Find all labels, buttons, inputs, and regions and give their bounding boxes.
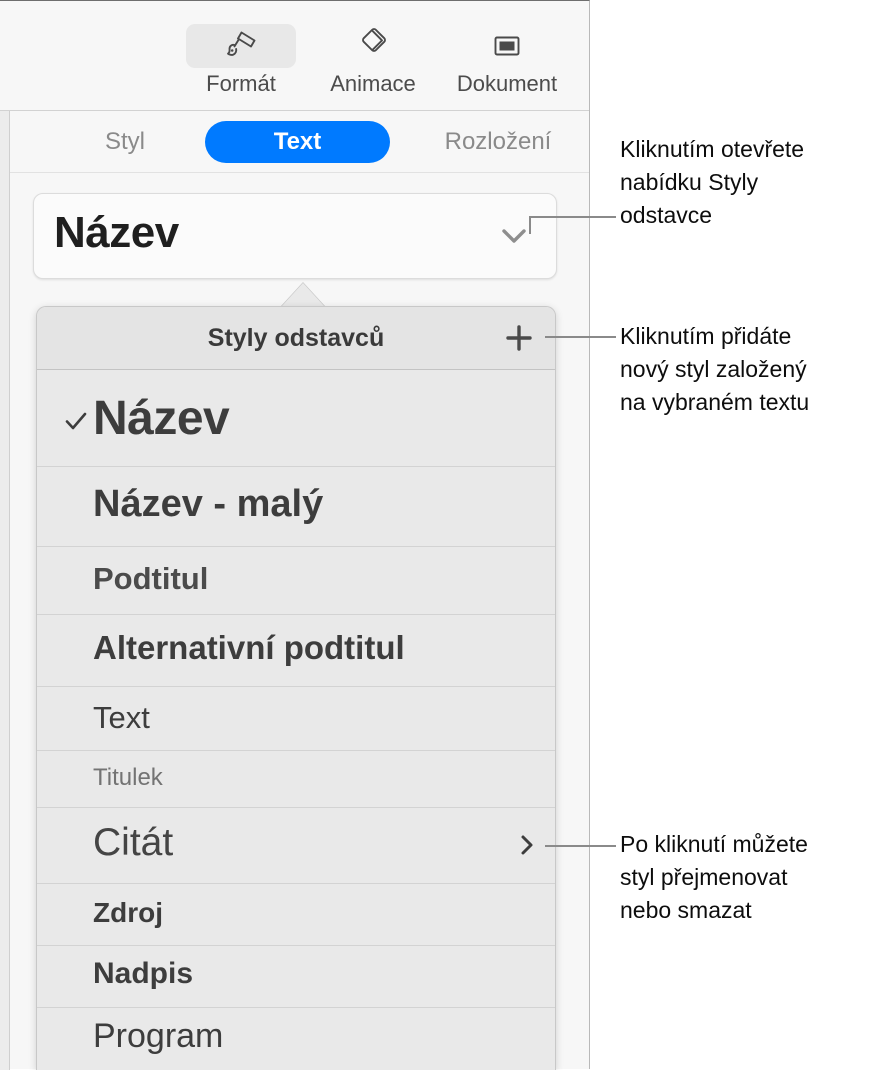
toolbar-item-animate-label: Animace <box>330 71 416 96</box>
callout-text-add-style: Kliknutím přidáte nový styl založený na … <box>620 323 810 415</box>
callout-leader-1-vertical <box>529 216 531 234</box>
paintbrush-icon <box>186 24 296 68</box>
inspector-toolbar: Formát Animace Dokument <box>0 2 589 111</box>
dropdown-title: Styly odstavců <box>207 324 385 352</box>
paragraph-style-current-value: Název <box>54 208 179 257</box>
tab-rozlozeni-label: Rozložení <box>444 128 552 155</box>
chevron-right-icon[interactable] <box>515 830 539 865</box>
tab-rozlozeni[interactable]: Rozložení <box>408 121 588 163</box>
style-list-item-label: Zdroj <box>93 897 163 928</box>
toolbar-item-document[interactable]: Dokument <box>452 24 562 98</box>
style-list-item[interactable]: Titulek <box>37 751 555 808</box>
style-list-item[interactable]: Alternativní podtitul <box>37 615 555 687</box>
tab-text[interactable]: Text <box>205 121 390 163</box>
toolbar-item-animate[interactable]: Animace <box>318 24 428 98</box>
chevron-down-icon[interactable] <box>496 218 532 254</box>
style-list-item-label: Text <box>93 700 150 735</box>
callout-leader-2-horizontal <box>545 336 616 338</box>
toolbar-item-format-label: Formát <box>206 71 276 96</box>
style-list-item-label: Název <box>93 392 230 445</box>
tab-styl[interactable]: Styl <box>60 121 190 163</box>
callout-leader-1-horizontal <box>529 216 616 218</box>
document-canvas-edge <box>0 111 10 1070</box>
tab-styl-label: Styl <box>104 128 145 155</box>
style-list-item[interactable]: Název - malý <box>37 467 555 547</box>
callout-leader-3-horizontal <box>545 845 616 847</box>
style-list-item-label: Program <box>93 1017 224 1055</box>
animate-diamonds-icon <box>318 24 428 68</box>
style-list-item[interactable]: Název <box>37 370 555 467</box>
style-list-item[interactable]: Text <box>37 687 555 751</box>
toolbar-item-document-label: Dokument <box>456 71 558 96</box>
plus-icon[interactable] <box>501 320 537 356</box>
toolbar-item-format[interactable]: Formát <box>186 24 296 98</box>
style-list-item-label: Citát <box>93 821 174 864</box>
style-list-item[interactable]: Nadpis <box>37 946 555 1008</box>
style-list-item-label: Podtitul <box>93 561 209 596</box>
style-list-item-label: Název - malý <box>93 483 324 525</box>
callout-text-rename-delete: Po kliknutí můžete styl přejmenovat nebo… <box>620 831 808 923</box>
inspector-tab-bar: Styl Text Rozložení <box>10 111 589 173</box>
callout-text-open-menu: Kliknutím otevřete nabídku Styly odstavc… <box>620 136 805 228</box>
document-icon <box>452 24 562 68</box>
dropdown-header: Styly odstavců <box>37 307 555 370</box>
style-list-item-label: Titulek <box>93 764 163 791</box>
checkmark-icon <box>63 408 89 440</box>
style-list-item[interactable]: Podtitul <box>37 547 555 615</box>
style-list-item[interactable]: Citát <box>37 808 555 884</box>
format-inspector-panel: Formát Animace Dokument Styl Text Rozlož… <box>0 0 590 1070</box>
style-list-item[interactable]: Program <box>37 1008 555 1070</box>
paragraph-styles-dropdown: Styly odstavců Název Název - malý Podtit… <box>36 306 556 1070</box>
dropdown-pointer-arrow <box>281 283 325 307</box>
paragraph-style-popup-button[interactable]: Název <box>33 193 557 279</box>
style-list-item-label: Nadpis <box>93 957 194 990</box>
style-list-item-label: Alternativní podtitul <box>93 629 405 666</box>
style-list-item[interactable]: Zdroj <box>37 884 555 946</box>
tab-text-label: Text <box>273 128 322 155</box>
